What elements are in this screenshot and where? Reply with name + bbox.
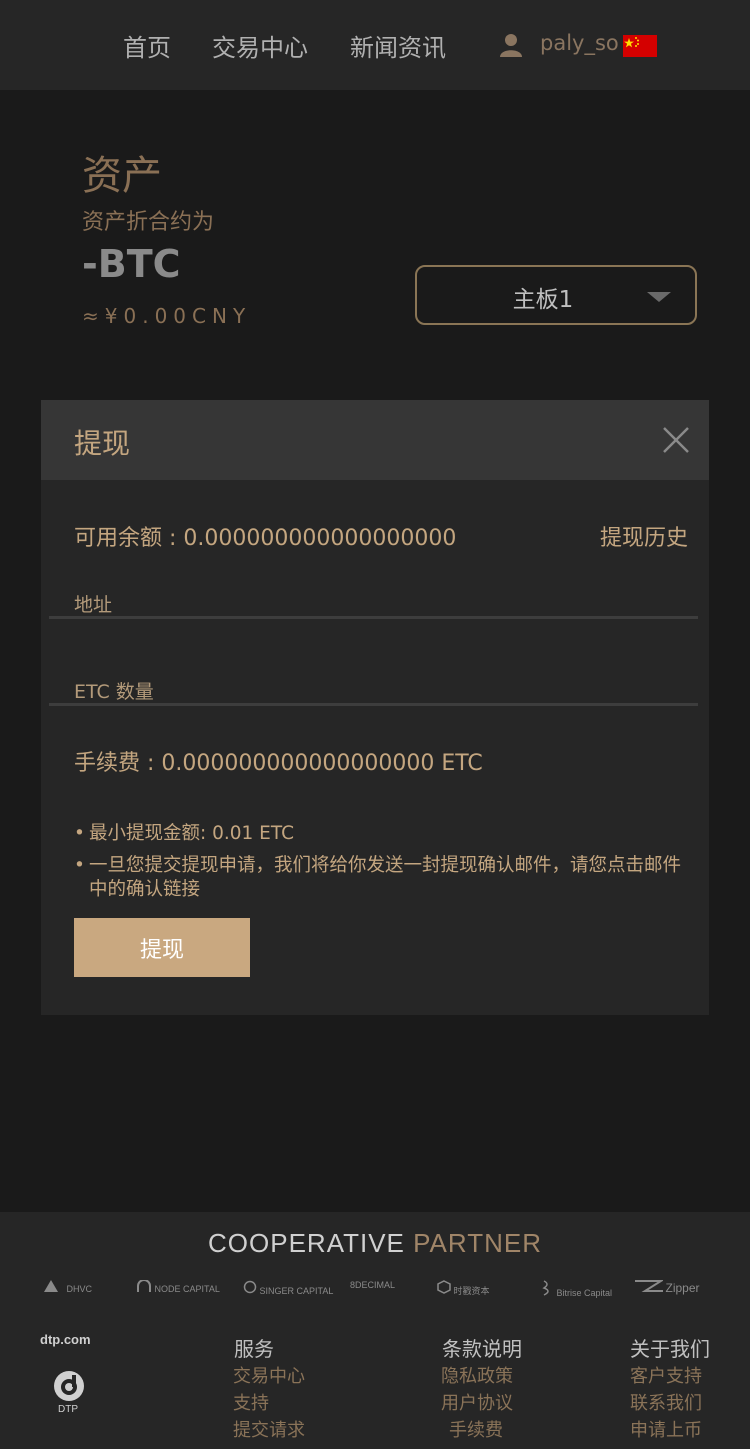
footer-link-submit-request[interactable]: 提交请求	[233, 1416, 305, 1442]
partner-logo: SINGER CAPITAL	[243, 1280, 333, 1296]
note-min-amount: • 最小提现金额: 0.01 ETC	[74, 822, 699, 846]
user-icon[interactable]	[499, 33, 523, 57]
footer-link-trading-center[interactable]: 交易中心	[233, 1362, 305, 1388]
footer-col-terms-title: 条款说明	[442, 1337, 522, 1361]
partner-logo: 时戳资本	[437, 1280, 490, 1297]
cooperative-partner-heading: COOPERATIVE PARTNER	[0, 1228, 750, 1259]
footer-link-user-agreement[interactable]: 用户协议	[441, 1389, 513, 1415]
dtp-brand-text[interactable]: dtp.com	[40, 1332, 91, 1347]
coop-word: COOPERATIVE	[208, 1228, 405, 1258]
footer-col-services-title: 服务	[234, 1337, 274, 1361]
modal-title: 提现	[74, 427, 131, 460]
dtp-logo-icon	[54, 1371, 84, 1401]
partner-logo: DHVC	[44, 1280, 92, 1294]
note-text: 最小提现金额: 0.01 ETC	[89, 823, 295, 844]
note-text: 一旦您提交提现申请，我们将给你发送一封提现确认邮件，请您点击邮件中的确认链接	[89, 855, 682, 900]
partner-logo: 8DECIMAL	[350, 1280, 396, 1290]
singer-capital-logo-icon	[243, 1280, 257, 1294]
bullet: •	[74, 855, 85, 876]
withdraw-modal: 提现 可用余额 : 0.000000000000000000 提现历史 地址 E…	[41, 400, 709, 1015]
partner-word: PARTNER	[413, 1228, 542, 1258]
board-select[interactable]: 主板1	[415, 265, 697, 325]
footer-link-fees[interactable]: 手续费	[449, 1416, 503, 1442]
footer-link-apply-listing[interactable]: 申请上币	[630, 1416, 702, 1442]
footer: COOPERATIVE PARTNER DHVC NODE CAPITAL SI…	[0, 1212, 750, 1449]
partner-logo: Bitrise Capital	[540, 1280, 612, 1298]
available-balance: 可用余额 : 0.000000000000000000	[74, 526, 457, 551]
bullet: •	[74, 823, 85, 844]
assets-cny-value: ≈¥0.00CNY	[82, 304, 252, 328]
close-icon[interactable]	[661, 425, 691, 455]
bitrise-capital-logo-icon	[542, 1280, 549, 1296]
partner-logo: NODE CAPITAL	[136, 1279, 220, 1294]
shicuo-capital-logo-icon	[437, 1280, 451, 1294]
partner-logo: Zipper	[635, 1280, 700, 1295]
footer-col-about-title: 关于我们	[630, 1337, 710, 1361]
assets-title: 资产	[82, 153, 162, 199]
zipper-logo-icon	[635, 1280, 665, 1292]
withdraw-submit-button[interactable]: 提现	[74, 918, 250, 977]
china-flag-icon[interactable]	[623, 35, 657, 57]
modal-header: 提现	[41, 400, 709, 480]
amount-input[interactable]	[49, 663, 698, 703]
amount-underline	[49, 703, 698, 706]
assets-btc-value: -BTC	[82, 242, 181, 286]
nav-trading-center[interactable]: 交易中心	[212, 28, 308, 63]
footer-link-support[interactable]: 支持	[233, 1389, 269, 1415]
note-email-confirm: • 一旦您提交提现申请，我们将给你发送一封提现确认邮件，请您点击邮件中的确认链接	[74, 854, 699, 902]
node-capital-logo-icon	[137, 1279, 151, 1292]
nav-home[interactable]: 首页	[123, 28, 171, 63]
chevron-down-icon	[647, 292, 671, 302]
footer-link-contact-us[interactable]: 联系我们	[630, 1389, 702, 1415]
footer-link-customer-support[interactable]: 客户支持	[630, 1362, 702, 1388]
address-underline	[49, 616, 698, 619]
top-navbar: 首页 交易中心 新闻资讯 paly_so	[0, 0, 750, 90]
footer-link-privacy[interactable]: 隐私政策	[441, 1362, 513, 1388]
username[interactable]: paly_so	[540, 31, 619, 55]
assets-subtitle: 资产折合约为	[82, 210, 215, 235]
dtp-brand-label: DTP	[58, 1404, 78, 1415]
nav-news[interactable]: 新闻资讯	[350, 28, 446, 63]
fee-text: 手续费 : 0.000000000000000000 ETC	[74, 751, 483, 776]
withdraw-history-link[interactable]: 提现历史	[600, 520, 688, 552]
dhvc-logo-icon	[44, 1280, 58, 1292]
address-input[interactable]	[49, 576, 698, 616]
